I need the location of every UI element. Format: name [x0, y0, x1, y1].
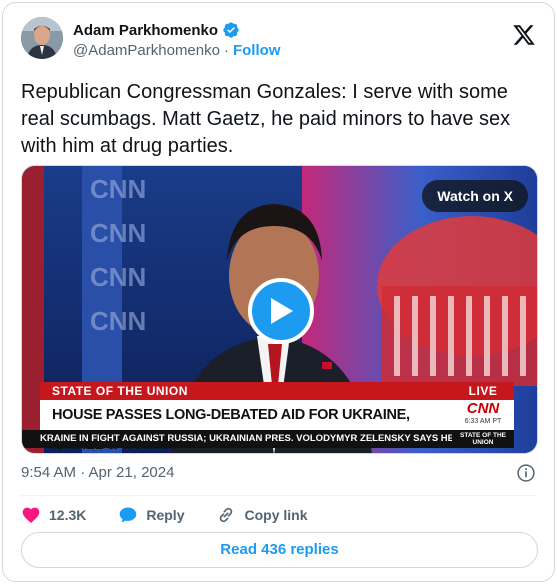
- tweet-timestamp[interactable]: 9:54 AM · Apr 21, 2024: [21, 464, 174, 481]
- reply-button[interactable]: Reply: [118, 505, 184, 525]
- wall-logo: CNN: [90, 218, 147, 248]
- reply-label: Reply: [146, 507, 185, 523]
- action-bar: 12.3K Reply Copy link: [21, 504, 340, 526]
- divider: [21, 495, 536, 496]
- speech-bubble-icon: [120, 507, 137, 523]
- copy-link-button[interactable]: Copy link: [216, 505, 308, 525]
- info-icon[interactable]: [516, 463, 536, 483]
- show-name: STATE OF THE UNION: [40, 382, 490, 400]
- copy-link-label: Copy link: [244, 507, 308, 523]
- read-replies-button[interactable]: Read 436 replies: [21, 532, 538, 568]
- crawl-tag: STATE OF THE UNION: [452, 430, 514, 448]
- separator-dot: ·: [223, 42, 229, 59]
- x-logo-icon[interactable]: [512, 23, 536, 47]
- news-crawl: KRAINE IN FIGHT AGAINST RUSSIA; UKRAINIA…: [22, 430, 452, 448]
- like-button[interactable]: 12.3K: [21, 505, 86, 525]
- play-icon: [271, 298, 293, 324]
- news-chyron: STATE OF THE UNION LIVE HOUSE PASSES LON…: [22, 382, 537, 453]
- cnn-logo: CNN: [466, 400, 500, 417]
- handle-row: @AdamParkhomenko · Follow: [73, 42, 280, 59]
- watch-on-x-button[interactable]: Watch on X: [422, 180, 528, 212]
- name-row: Adam Parkhomenko: [73, 21, 240, 39]
- verified-badge-icon: [223, 22, 239, 38]
- network-bug: CNN 6:33 AM PT: [452, 400, 514, 430]
- video-player[interactable]: CNN CNN CNN CNN Watch on X STATE OF THE …: [21, 165, 538, 454]
- like-count: 12.3K: [49, 507, 87, 523]
- wall-logo: CNN: [90, 174, 147, 204]
- tweet-header: Adam Parkhomenko @AdamParkhomenko · Foll…: [21, 17, 536, 65]
- follow-button[interactable]: Follow: [233, 42, 281, 59]
- wall-logo: CNN: [90, 262, 147, 292]
- avatar[interactable]: [21, 17, 63, 59]
- play-button[interactable]: [248, 278, 314, 344]
- wall-logo: CNN: [90, 306, 147, 336]
- network-time: 6:33 AM PT: [464, 418, 502, 425]
- tweet-text: Republican Congressman Gonzales: I serve…: [21, 81, 511, 157]
- author-handle[interactable]: @AdamParkhomenko: [73, 42, 220, 59]
- heart-icon: [22, 507, 40, 523]
- author-name[interactable]: Adam Parkhomenko: [73, 22, 218, 39]
- live-badge: LIVE: [452, 382, 514, 400]
- link-icon: [220, 507, 233, 523]
- chyron-headline: HOUSE PASSES LONG-DEBATED AID FOR UKRAIN…: [40, 400, 452, 453]
- tweet-card: Adam Parkhomenko @AdamParkhomenko · Foll…: [2, 2, 555, 582]
